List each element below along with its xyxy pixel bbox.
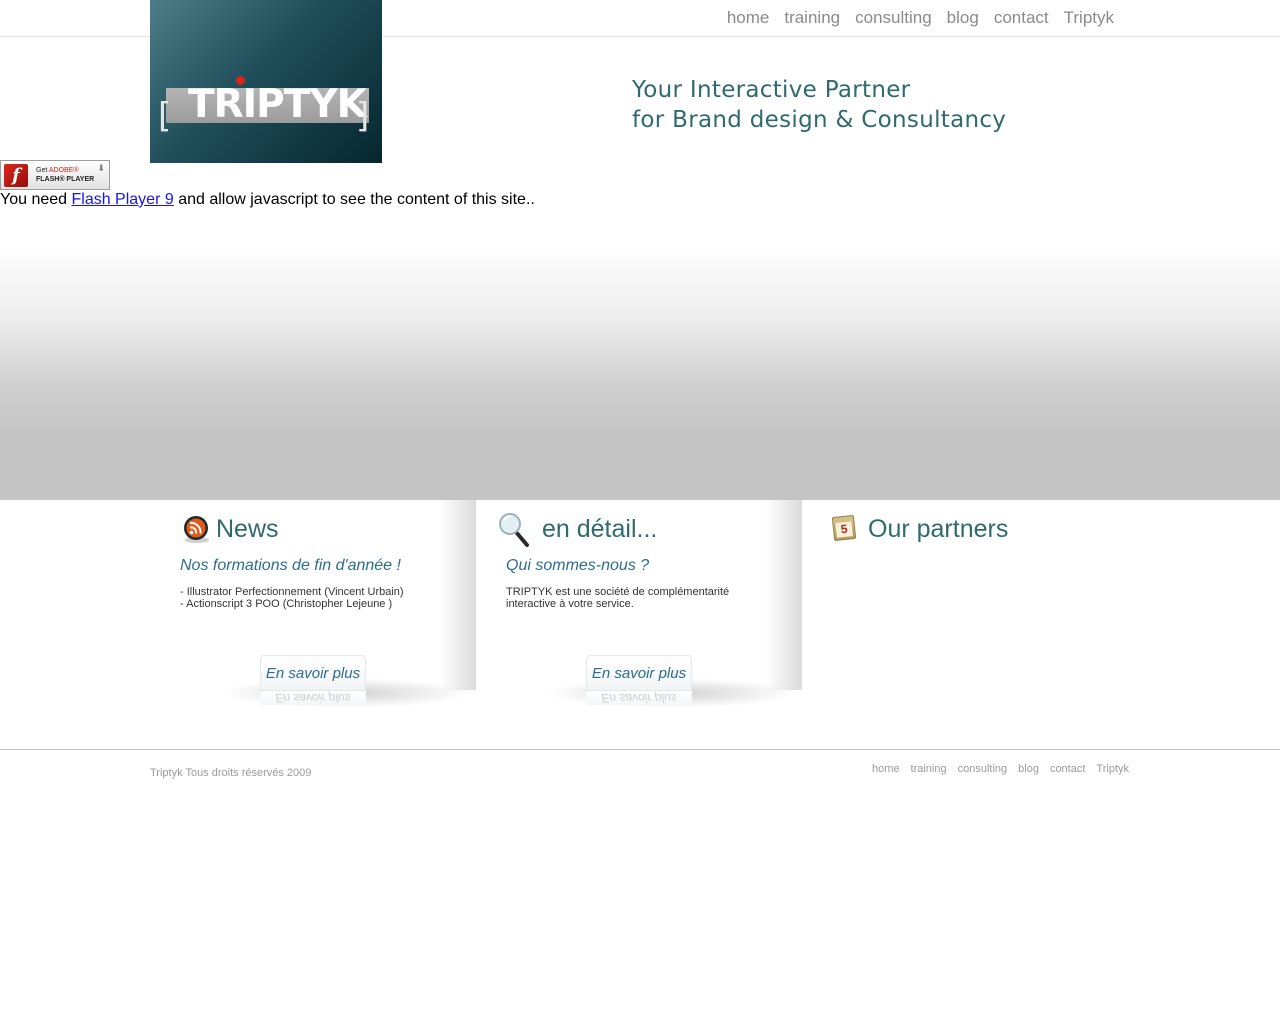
nav-blog[interactable]: blog: [947, 8, 979, 28]
tagline-line-1: Your Interactive Partner: [632, 77, 911, 103]
detail-more-button[interactable]: En savoir plus: [586, 655, 692, 691]
footer-navigation: home training consulting blog contact Tr…: [872, 763, 1129, 775]
detail-body: TRIPTYK est une société de complémentari…: [506, 586, 736, 610]
news-line: - Illustrator Perfectionnement (Vincent …: [180, 586, 404, 598]
nav-home[interactable]: home: [727, 8, 770, 28]
flash-content-area: [0, 245, 1280, 500]
news-more-area: En savoir plus En savoir plus: [220, 650, 470, 710]
partners-heading: Our partners: [868, 515, 1009, 543]
calendar-day: 5: [835, 521, 853, 538]
button-reflection: En savoir plus: [260, 691, 366, 705]
nav-triptyk[interactable]: Triptyk: [1064, 8, 1114, 28]
news-subtitle[interactable]: Nos formations de fin d'année !: [180, 557, 401, 575]
button-reflection: En savoir plus: [586, 691, 692, 705]
detail-more-area: En savoir plus En savoir plus: [546, 650, 796, 710]
tagline: Your Interactive Partner for Brand desig…: [632, 75, 1006, 135]
flash-badge-line-2: FLASH® PLAYER: [36, 176, 95, 183]
tagline-line-2: for Brand design & Consultancy: [632, 107, 1007, 133]
magnifier-icon: [499, 513, 529, 547]
triptyk-logo[interactable]: TRIPTYK [ ]: [150, 0, 382, 163]
flash-player-link[interactable]: Flash Player 9: [71, 191, 173, 208]
flash-icon: f: [4, 164, 28, 187]
footer-nav-home[interactable]: home: [872, 763, 900, 775]
logo-bracket-right: ]: [356, 96, 370, 136]
footer-nav-contact[interactable]: contact: [1050, 763, 1085, 775]
nav-training[interactable]: training: [784, 8, 840, 28]
footer-divider: [0, 749, 1280, 750]
detail-line: TRIPTYK est une société de complémentari…: [506, 586, 730, 598]
nav-consulting[interactable]: consulting: [855, 8, 932, 28]
download-arrow-icon: ⬇: [97, 163, 105, 173]
top-navigation: home training consulting blog contact Tr…: [727, 8, 1114, 28]
footer-nav-blog[interactable]: blog: [1018, 763, 1039, 775]
detail-subtitle[interactable]: Qui sommes-nous ?: [506, 557, 649, 575]
logo-wordmark: TRIPTYK: [188, 82, 367, 127]
nav-contact[interactable]: contact: [994, 8, 1049, 28]
footer-nav-consulting[interactable]: consulting: [958, 763, 1008, 775]
flash-badge-line-1: Get ADOBE®: [36, 167, 79, 174]
logo-bracket-left: [: [158, 96, 172, 136]
rss-icon: [184, 516, 209, 543]
detail-heading: en détail...: [542, 515, 658, 543]
copyright: Triptyk Tous droits réservés 2009: [150, 767, 312, 779]
news-body: - Illustrator Perfectionnement (Vincent …: [180, 586, 410, 610]
news-heading: News: [216, 515, 279, 543]
calendar-icon: 5: [831, 514, 857, 542]
footer-nav-training[interactable]: training: [911, 763, 947, 775]
detail-line: interactive à votre service.: [506, 598, 634, 610]
news-line: - Actionscript 3 POO (Christopher Lejeun…: [180, 598, 393, 610]
flash-notice: You need Flash Player 9 and allow javasc…: [0, 191, 535, 208]
footer-nav-triptyk[interactable]: Triptyk: [1096, 763, 1129, 775]
news-more-button[interactable]: En savoir plus: [260, 655, 366, 691]
get-flash-player-button[interactable]: f Get ADOBE® FLASH® PLAYER ⬇: [0, 160, 110, 190]
